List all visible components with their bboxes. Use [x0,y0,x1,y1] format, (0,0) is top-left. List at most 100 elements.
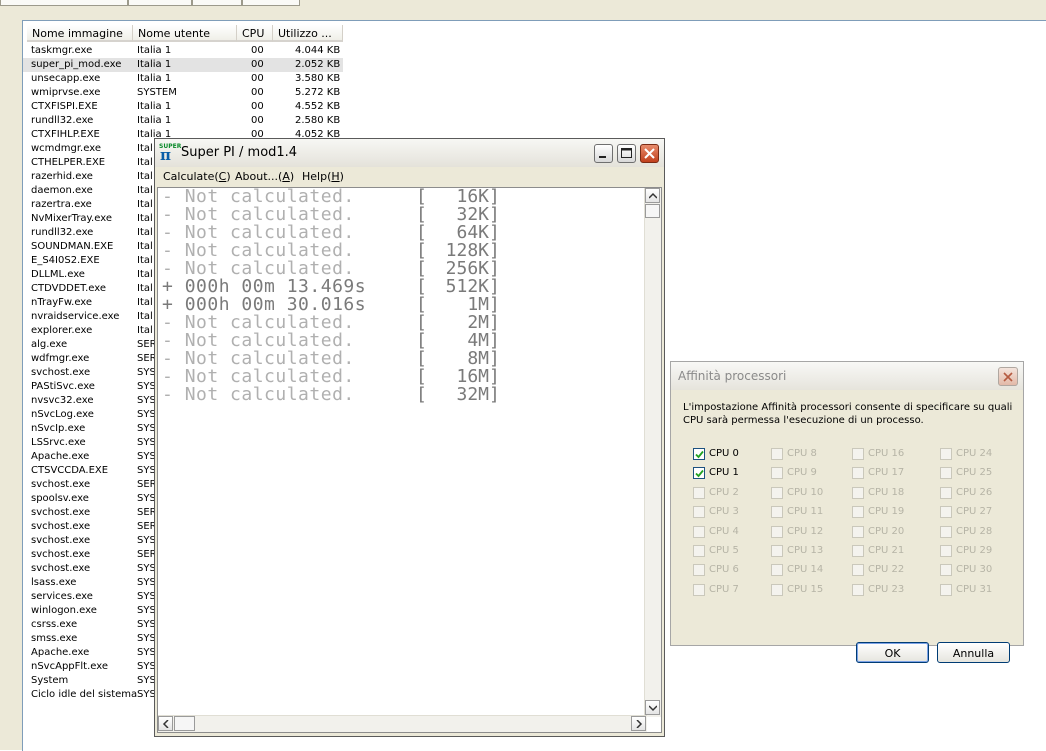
cancel-button[interactable]: Annulla [937,642,1010,663]
process-name: System [31,675,69,686]
vertical-scroll-thumb[interactable] [645,204,660,218]
scroll-right-button[interactable] [631,716,646,731]
checkbox-box [940,506,952,519]
process-name: LSSrvc.exe [31,437,86,448]
checkbox-cpu-23: CPU 23 [852,583,932,597]
process-name: CTSVCCDA.EXE [31,465,109,476]
process-user: Ital [137,143,153,154]
process-user: SYS [137,647,155,658]
process-name: nSvcIp.exe [31,423,86,434]
checkbox-cpu-1[interactable]: CPU 1 [693,466,773,480]
checkbox-cpu-17: CPU 17 [852,466,932,480]
process-name: nvsvc32.exe [31,395,94,406]
menu-item-calculate[interactable]: Calculate(C) [163,170,231,183]
process-name: CTXFIHLP.EXE [31,129,100,140]
scroll-down-button[interactable] [645,700,660,715]
checkbox-cpu-3: CPU 3 [693,505,773,519]
result-bracket-close: ] [489,384,500,405]
super-pi-titlebar[interactable]: SUPER π Super PI / mod1.4 [155,139,664,167]
process-user: SYS [137,423,155,434]
process-name: CTXFISPI.EXE [31,101,98,112]
process-user: SYS [137,493,155,504]
menu-item-about[interactable]: About...(A) [235,170,294,183]
process-cpu: 00 [251,101,264,112]
process-name: E_S4I0S2.EXE [31,255,100,266]
checkbox-label: CPU 2 [709,486,739,498]
checkbox-label: CPU 5 [709,545,739,556]
tab-applications[interactable] [0,0,128,6]
process-user: SYS [137,605,155,616]
checkbox-label: CPU 31 [956,583,993,595]
table-row[interactable]: wmiprvse.exe SYSTEM 00 5.272 KB [23,86,353,100]
checkbox-box[interactable] [693,448,705,460]
process-name: svchost.exe [31,507,91,518]
affinity-close-button[interactable] [998,367,1018,386]
table-row[interactable]: super_pi_mod.exe Italia 1 00 2.052 KB [23,58,343,72]
process-cpu: 00 [251,59,264,70]
tab-networking[interactable] [242,0,300,6]
process-name: Apache.exe [31,451,90,462]
process-user: SYS [137,675,155,686]
process-user: SER [137,521,155,532]
result-prefix: - [162,384,174,405]
table-row[interactable]: unsecapp.exe Italia 1 00 3.580 KB [23,72,353,86]
affinity-description: L'impostazione Affinità processori conse… [683,402,1013,426]
checkbox-label: CPU 6 [709,564,739,576]
checkbox-cpu-25: CPU 25 [940,466,1020,480]
menu-item-help[interactable]: Help(H) [302,170,344,183]
table-row[interactable]: taskmgr.exe Italia 1 00 4.044 KB [23,44,353,58]
table-row[interactable]: rundll32.exe Italia 1 00 2.580 KB [23,114,353,128]
checkbox-cpu-22: CPU 22 [852,563,932,577]
process-name: taskmgr.exe [31,45,93,56]
column-memory[interactable]: Utilizzo ... [273,25,343,42]
process-user: Ital [137,255,153,266]
checkbox-box [852,583,864,596]
processor-affinity-dialog: Affinità processori L'impostazione Affin… [670,361,1024,663]
process-list-header: Nome immagine Nome utente CPU Utilizzo .… [23,25,1046,42]
process-user: SYS [137,591,155,602]
checkbox-box [771,506,783,519]
horizontal-scrollbar[interactable] [158,715,647,732]
checkbox-label: CPU 12 [787,525,824,537]
checkbox-label: CPU 1 [709,467,739,479]
checkbox-box [852,506,864,519]
ok-button[interactable]: OK [856,642,929,663]
checkbox-label: CPU 13 [787,545,824,556]
column-cpu[interactable]: CPU [237,25,273,42]
menu-item-text: Help( [302,170,332,183]
checkbox-cpu-0[interactable]: CPU 0 [693,447,773,461]
tab-performance[interactable] [192,0,242,6]
maximize-button[interactable] [617,144,636,163]
scroll-up-button[interactable] [645,188,660,203]
process-user: Ital [137,269,153,280]
checkbox-label: CPU 24 [956,448,993,459]
checkbox-cpu-29: CPU 29 [940,544,1020,558]
checkbox-box [852,564,864,577]
checkbox-box [852,448,864,460]
process-user: Ital [137,213,153,224]
column-user-name[interactable]: Nome utente [133,25,237,42]
checkbox-label: CPU 4 [709,525,739,537]
checkbox-cpu-16: CPU 16 [852,447,932,461]
checkbox-cpu-5: CPU 5 [693,544,773,558]
checkbox-box [852,486,864,499]
result-text: - Not calculated. [162,386,355,404]
checkbox-label: CPU 15 [787,583,824,595]
check-icon [695,450,704,459]
minimize-button[interactable] [594,144,613,163]
vertical-scrollbar[interactable] [644,188,661,717]
table-row[interactable]: CTXFISPI.EXE Italia 1 00 4.552 KB [23,100,353,114]
affinity-titlebar[interactable]: Affinità processori [671,362,1023,390]
checkbox-box [771,467,783,480]
horizontal-scroll-thumb[interactable] [174,716,195,731]
scroll-left-button[interactable] [158,716,173,731]
checkbox-box [940,525,952,538]
close-button[interactable] [640,144,659,163]
column-image-name[interactable]: Nome immagine [27,25,133,42]
checkbox-label: CPU 30 [956,564,993,576]
checkbox-box[interactable] [693,467,705,480]
checkbox-label: CPU 22 [868,564,905,576]
tab-processes[interactable] [128,0,192,6]
checkbox-cpu-27: CPU 27 [940,505,1020,519]
process-user: SYS [137,577,155,588]
